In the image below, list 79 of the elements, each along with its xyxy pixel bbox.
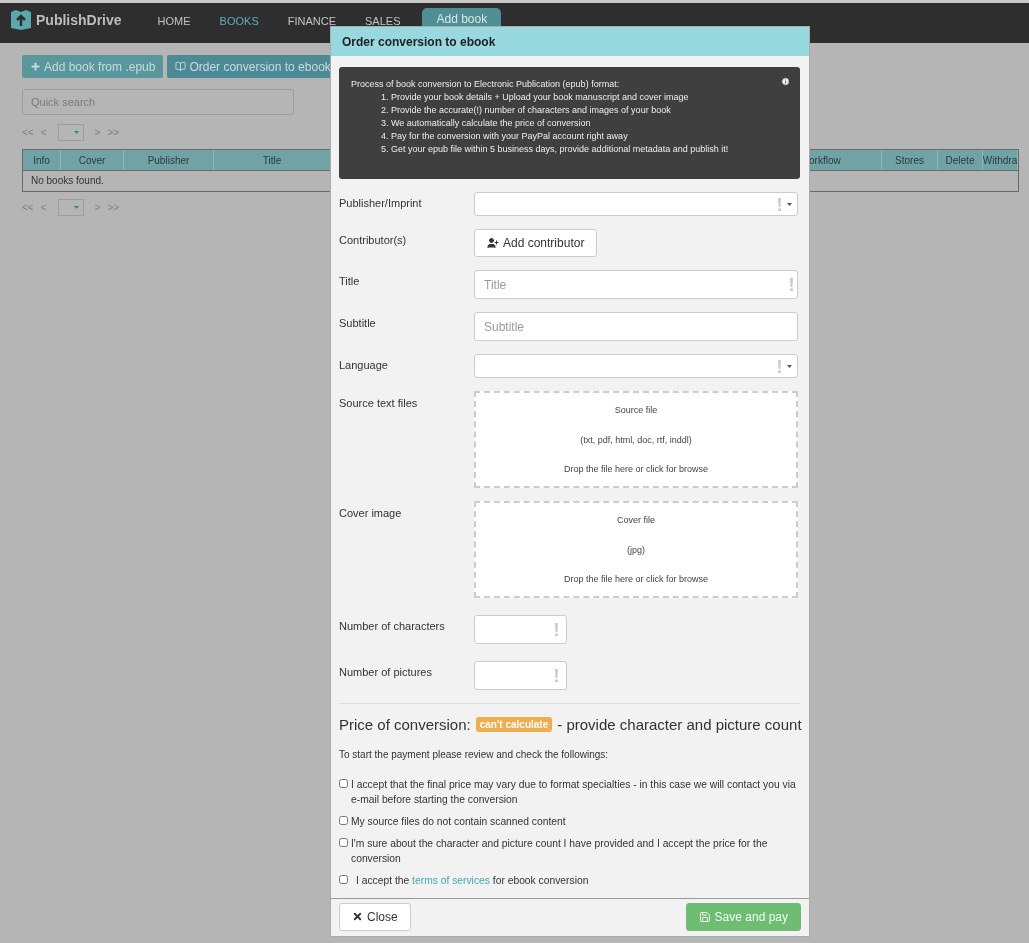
- caret-icon: [787, 364, 792, 368]
- info-heading: Process of book conversion to Electronic Publication (epub) format:: [351, 78, 620, 91]
- nav-link[interactable]: FINANCE: [287, 15, 336, 27]
- checkbox-label: I accept the terms of services for ebook conversion: [356, 874, 589, 888]
- number-field[interactable]: [474, 615, 567, 644]
- logo-icon: [10, 9, 32, 31]
- text-field[interactable]: Subtitle: [474, 312, 798, 341]
- step-text: 3. We automatically calculate the price of conversion: [381, 117, 591, 130]
- checkbox[interactable]: [339, 838, 348, 847]
- exclamation-icon: [555, 623, 558, 636]
- step-text: 4. Pay for the conversion with your PayPal account right away: [381, 130, 628, 143]
- caret-icon: [73, 206, 79, 209]
- add-epub-button[interactable]: Add book from .epub: [22, 55, 164, 78]
- field-label: Source text files: [339, 396, 419, 411]
- column-header: Cover: [61, 150, 124, 170]
- first-page-link[interactable]: <<: [22, 127, 34, 138]
- select-field[interactable]: [474, 192, 798, 216]
- text-field[interactable]: Title: [474, 270, 798, 299]
- first-page-link[interactable]: <<: [22, 202, 34, 213]
- field-label: Publisher/Imprint: [339, 196, 423, 211]
- terms-link[interactable]: terms of services: [412, 875, 490, 886]
- price-note: - provide character and picture count: [557, 716, 802, 733]
- checkbox-label: My source files do not contain scanned content: [351, 815, 566, 829]
- close-icon: [352, 911, 363, 922]
- field-label: Cover image: [339, 506, 403, 521]
- close-button[interactable]: Close: [339, 902, 411, 931]
- exclamation-icon: [555, 669, 558, 682]
- file-drop-zone[interactable]: Source file (txt, pdf, html, doc, rtf, inddl) Drop the file here or click for browse: [474, 391, 798, 488]
- last-page-link[interactable]: >>: [107, 202, 120, 213]
- exclamation-icon: [778, 359, 781, 373]
- checkbox[interactable]: [339, 779, 348, 788]
- column-header: Info: [23, 150, 61, 170]
- checkbox-label: I accept that the final price may vary due to format specialties - in this case we will contact you via e-mail before starting the conversion: [351, 778, 797, 807]
- previous-page-link[interactable]: <: [40, 202, 47, 213]
- page-select[interactable]: [57, 199, 84, 216]
- book-icon: [175, 61, 187, 72]
- caret-icon: [73, 131, 79, 134]
- checkbox[interactable]: [339, 816, 348, 825]
- step-text: 2. Provide the accurate(!) number of characters and images of your book: [381, 104, 671, 117]
- column-header: Withdra: [983, 150, 1018, 170]
- intro-text: To start the payment please review and check the followings:: [339, 749, 610, 760]
- next-page-link[interactable]: >: [94, 127, 101, 138]
- price-badge: can't calculate: [475, 717, 553, 732]
- field-label: Language: [339, 358, 389, 373]
- number-field[interactable]: [474, 661, 567, 690]
- dialog-title: Order conversion to ebook: [331, 27, 809, 56]
- save-and-pay-button[interactable]: Save and pay: [685, 902, 801, 931]
- add-contributor-button[interactable]: Add contributor: [474, 229, 598, 257]
- checkbox[interactable]: [339, 875, 348, 884]
- previous-page-link[interactable]: <: [40, 127, 47, 138]
- search-field[interactable]: Quick search: [22, 89, 294, 115]
- column-header: Delete: [938, 150, 983, 170]
- field-label: Subtitle: [339, 316, 377, 331]
- user-plus-icon: [487, 237, 499, 249]
- step-text: 5. Get your epub file within 5 business days, provide additional metadata and publish it!: [381, 143, 729, 156]
- column-header: Stores: [882, 150, 938, 170]
- field-label: Title: [339, 274, 361, 289]
- page-select[interactable]: [57, 124, 84, 141]
- plus-icon: [30, 61, 41, 72]
- file-drop-zone[interactable]: Cover file (jpg) Drop the file here or click for browse: [474, 501, 798, 598]
- checkbox-label: I'm sure about the character and picture count I have provided and I accept the price for the conversion: [351, 837, 769, 866]
- nav-link[interactable]: HOME: [157, 15, 191, 27]
- nav-link[interactable]: SALES: [365, 15, 401, 27]
- exclamation-icon: [790, 278, 793, 291]
- info-icon: [781, 77, 790, 86]
- step-text: 1. Provide your book details + Upload your book manuscript and cover image: [381, 91, 689, 104]
- save-icon: [698, 910, 711, 923]
- logo-text: PublishDrive: [36, 12, 122, 28]
- field-label: Number of pictures: [339, 665, 433, 680]
- last-page-link[interactable]: >>: [107, 127, 120, 138]
- caret-icon: [787, 202, 792, 206]
- next-page-link[interactable]: >: [94, 202, 101, 213]
- select-field[interactable]: [474, 354, 798, 378]
- price-label: Price of conversion:: [339, 716, 471, 733]
- column-header: Publisher: [124, 150, 214, 170]
- nav-link[interactable]: BOOKS: [219, 15, 259, 27]
- field-label: Contributor(s): [339, 233, 408, 248]
- field-label: Number of characters: [339, 619, 446, 634]
- exclamation-icon: [778, 197, 781, 211]
